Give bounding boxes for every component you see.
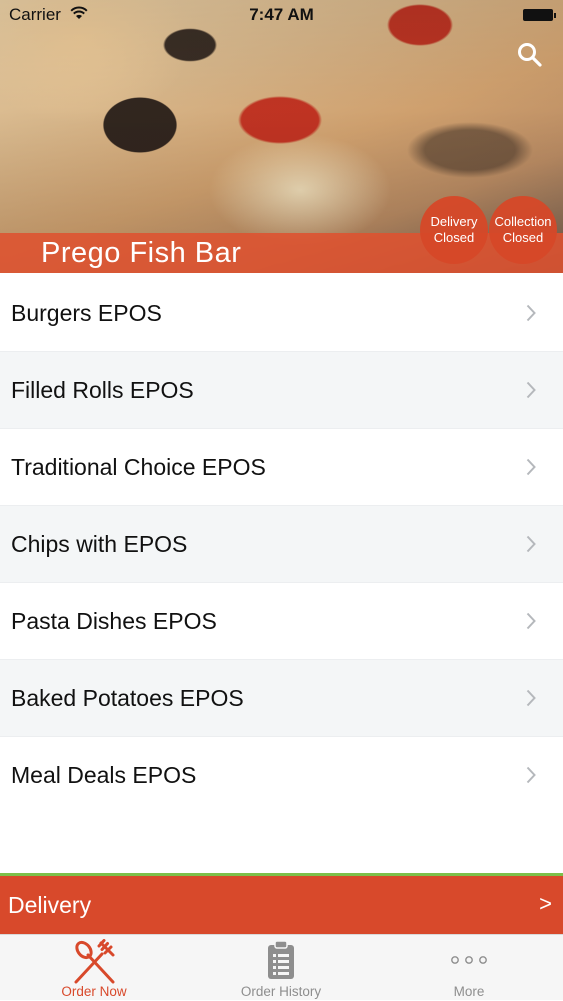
chevron-right-icon: [526, 381, 536, 399]
tab-order-now-label: Order Now: [61, 984, 127, 999]
menu-category-item[interactable]: Pasta Dishes EPOS: [0, 583, 563, 660]
restaurant-name: Prego Fish Bar: [41, 237, 242, 269]
chevron-right-icon: [526, 304, 536, 322]
order-mode-label: Delivery: [8, 892, 92, 918]
menu-category-item[interactable]: Burgers EPOS: [0, 275, 563, 352]
menu-category-item[interactable]: Chips with EPOS: [0, 506, 563, 583]
collection-status-value: Closed: [502, 230, 544, 245]
chevron-right-icon: [526, 612, 536, 630]
delivery-status-label: Delivery: [430, 214, 478, 229]
chevron-right-icon: [526, 535, 536, 553]
order-mode-bar[interactable]: Delivery >: [0, 873, 563, 934]
menu-category-label: Meal Deals EPOS: [11, 761, 197, 788]
menu-category-item[interactable]: Traditional Choice EPOS: [0, 429, 563, 506]
collection-status-label: Collection: [494, 214, 552, 229]
search-icon[interactable]: [517, 42, 543, 68]
menu-category-label: Filled Rolls EPOS: [11, 376, 194, 403]
menu-category-label: Burgers EPOS: [11, 299, 162, 326]
tab-order-history-label: Order History: [240, 984, 322, 999]
delivery-status-badge: Delivery Closed: [420, 196, 488, 264]
menu-category-label: Chips with EPOS: [11, 530, 188, 557]
more-dots-icon: [451, 956, 487, 964]
delivery-status-value: Closed: [433, 230, 475, 245]
tab-order-now[interactable]: Order Now: [0, 935, 188, 1001]
hero-banner: Carrier 7:47 AM Prego Fish Bar Delivery …: [0, 0, 563, 273]
tab-more-label: More: [453, 984, 485, 999]
battery-icon: [523, 9, 556, 21]
chevron-right-icon: [526, 689, 536, 707]
tab-bar: Order Now Order History More: [0, 934, 563, 1000]
menu-category-label: Traditional Choice EPOS: [11, 453, 266, 480]
tab-order-history[interactable]: Order History: [187, 935, 375, 1001]
collection-status-badge: Collection Closed: [489, 196, 557, 264]
fork-spoon-icon: [74, 939, 115, 984]
chevron-right-icon: [526, 458, 536, 476]
clipboard-icon: [268, 940, 294, 979]
status-bar: Carrier 7:47 AM: [0, 0, 563, 30]
menu-category-label: Pasta Dishes EPOS: [11, 607, 217, 634]
menu-category-item[interactable]: Meal Deals EPOS: [0, 737, 563, 813]
tab-more[interactable]: More: [375, 935, 563, 1001]
menu-category-item[interactable]: Baked Potatoes EPOS: [0, 660, 563, 737]
status-time: 7:47 AM: [249, 5, 314, 24]
order-mode-arrow-icon: >: [539, 891, 552, 916]
menu-category-item[interactable]: Filled Rolls EPOS: [0, 352, 563, 429]
menu-category-list: Burgers EPOS Filled Rolls EPOS Tradition…: [0, 275, 563, 813]
chevron-right-icon: [526, 766, 536, 784]
menu-category-label: Baked Potatoes EPOS: [11, 684, 244, 711]
